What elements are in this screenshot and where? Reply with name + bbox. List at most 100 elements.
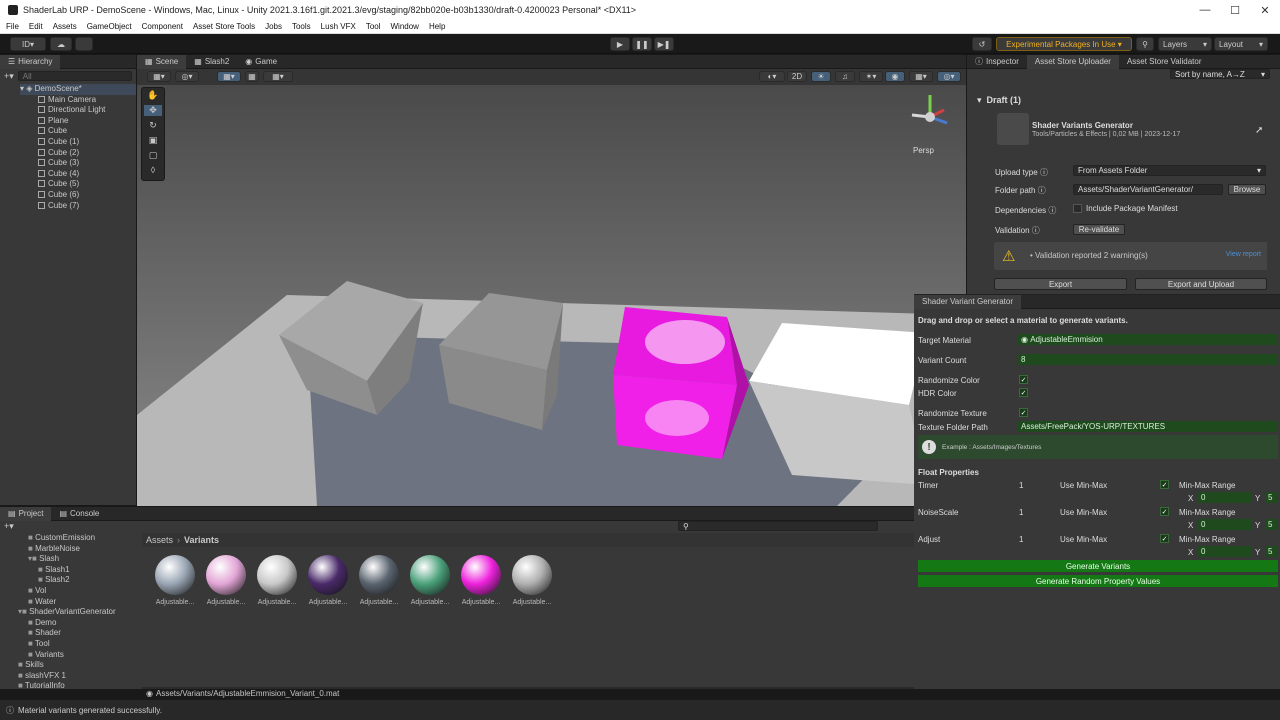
tab-shader-variant-generator[interactable]: Shader Variant Generator	[914, 294, 1022, 309]
hierarchy-item[interactable]: Plane	[30, 116, 136, 127]
folder-path-input[interactable]: Assets/ShaderVariantGenerator/	[1073, 184, 1223, 195]
menu-help[interactable]: Help	[429, 22, 445, 31]
material-asset[interactable]: Adjustable...	[458, 555, 504, 606]
menu-edit[interactable]: Edit	[29, 22, 43, 31]
external-link-icon[interactable]: ➚	[1255, 125, 1263, 136]
use-minmax-checkbox[interactable]: ✓	[1160, 534, 1169, 543]
add-icon[interactable]: +▾	[4, 71, 14, 82]
menu-jobs[interactable]: Jobs	[265, 22, 282, 31]
visibility-toggle-icon[interactable]: ◉	[885, 71, 905, 82]
project-tree-item[interactable]: ■ Slash1	[0, 565, 142, 576]
2d-toggle[interactable]: 2D	[787, 71, 807, 82]
variant-count-input[interactable]: 8	[1018, 354, 1278, 365]
hierarchy-item[interactable]: Cube (4)	[30, 169, 136, 180]
hierarchy-item[interactable]: Cube	[30, 126, 136, 137]
hierarchy-item[interactable]: Cube (5)	[30, 179, 136, 190]
scene-root[interactable]: ▾ ◈ DemoScene*	[20, 84, 136, 95]
material-asset[interactable]: Adjustable...	[254, 555, 300, 606]
tab-inspector[interactable]: ⓘ Inspector	[967, 55, 1027, 69]
min-input[interactable]: 0	[1198, 519, 1251, 530]
max-input[interactable]: 5	[1265, 492, 1278, 503]
effects-dropdown[interactable]: ✶▾	[859, 71, 883, 82]
snap-icon[interactable]: ▦	[245, 71, 259, 82]
hierarchy-item[interactable]: Directional Light	[30, 105, 136, 116]
project-tree-item[interactable]: ▾■ Slash	[0, 554, 142, 565]
transform-tool-icon[interactable]: ◊	[151, 165, 155, 175]
material-asset[interactable]: Adjustable...	[203, 555, 249, 606]
hierarchy-item[interactable]: Cube (6)	[30, 190, 136, 201]
tab-slash2[interactable]: ▦ Slash2	[186, 55, 237, 69]
project-tree-item[interactable]: ■ Variants	[0, 650, 142, 661]
revalidate-button[interactable]: Re-validate	[1073, 224, 1125, 235]
history-icon[interactable]: ↺	[972, 37, 992, 51]
include-manifest-toggle[interactable]: Include Package Manifest	[1073, 204, 1178, 213]
tab-console[interactable]: ▤ Console	[51, 507, 107, 521]
lighting-toggle-icon[interactable]: ☀	[811, 71, 831, 82]
max-input[interactable]: 5	[1265, 546, 1278, 557]
hierarchy-item[interactable]: Cube (1)	[30, 137, 136, 148]
hierarchy-item[interactable]: Cube (7)	[30, 201, 136, 212]
min-input[interactable]: 0	[1198, 492, 1251, 503]
float-value[interactable]: 1	[1019, 481, 1023, 490]
randomize-texture-checkbox[interactable]: ✓	[1019, 408, 1028, 417]
project-search-input[interactable]: ⚲	[678, 521, 878, 531]
randomize-color-checkbox[interactable]: ✓	[1019, 375, 1028, 384]
hierarchy-item[interactable]: Main Camera	[30, 95, 136, 106]
menu-window[interactable]: Window	[391, 22, 419, 31]
camera-dropdown[interactable]: ▦▾	[909, 71, 933, 82]
minimize-icon[interactable]: —	[1190, 0, 1220, 20]
scale-tool-icon[interactable]: ▣	[149, 135, 158, 146]
float-value[interactable]: 1	[1019, 508, 1023, 517]
hand-tool-icon[interactable]: ✋	[147, 90, 158, 101]
menu-tools[interactable]: Tools	[292, 22, 311, 31]
project-tree-item[interactable]: ■ Water	[0, 597, 142, 608]
material-asset[interactable]: Adjustable...	[407, 555, 453, 606]
min-input[interactable]: 0	[1198, 546, 1251, 557]
material-asset[interactable]: Adjustable...	[305, 555, 351, 606]
menu-tool[interactable]: Tool	[366, 22, 381, 31]
rotate-tool-icon[interactable]: ↻	[149, 120, 157, 131]
audio-toggle-icon[interactable]: ♫	[835, 71, 855, 82]
grid-snap-button[interactable]: ▦▾	[217, 71, 241, 82]
tab-scene[interactable]: ▦ Scene	[137, 55, 187, 69]
scene-view[interactable]: ▦ Scene ▦ Slash2 ◉ Game ▦▾ ◎▾ ▦▾ ▦ ▦▾ ◐▾ 2D…	[137, 55, 966, 506]
project-tree-item[interactable]: ■ TutorialInfo	[0, 681, 142, 689]
tab-game[interactable]: ◉ Game	[237, 55, 285, 69]
hierarchy-search-input[interactable]: All	[17, 71, 132, 81]
export-upload-button[interactable]: Export and Upload	[1135, 278, 1267, 290]
draw-mode-dropdown[interactable]: ▦▾	[147, 71, 171, 82]
project-tree-item[interactable]: ■ MarbleNoise	[0, 544, 142, 555]
menu-file[interactable]: File	[6, 22, 19, 31]
hierarchy-item[interactable]: Cube (3)	[30, 158, 136, 169]
rect-tool-icon[interactable]: ▢	[149, 150, 158, 161]
menu-asset-store-tools[interactable]: Asset Store Tools	[193, 22, 255, 31]
gizmos-dropdown[interactable]: ◎▾	[937, 71, 961, 82]
menu-assets[interactable]: Assets	[53, 22, 77, 31]
tab-project[interactable]: ▤ Project	[0, 506, 52, 521]
step-button[interactable]: ▶❚	[654, 37, 674, 51]
experimental-packages-button[interactable]: Experimental Packages In Use ▾	[996, 37, 1132, 51]
tab-asset-store-validator[interactable]: Asset Store Validator	[1119, 55, 1210, 69]
cloud-icon[interactable]: ☁	[50, 37, 72, 51]
project-tree-item[interactable]: ■ Skills	[0, 660, 142, 671]
use-minmax-checkbox[interactable]: ✓	[1160, 480, 1169, 489]
project-tree-item[interactable]: ■ CustomEmission	[0, 533, 142, 544]
project-tree-item[interactable]: ■ slashVFX 1	[0, 671, 142, 682]
persp-label[interactable]: Persp	[913, 146, 934, 155]
project-tree-item[interactable]: ■ Shader	[0, 628, 142, 639]
texture-folder-input[interactable]: Assets/FreePack/YOS-URP/TEXTURES	[1018, 421, 1278, 432]
project-tree-item[interactable]: ■ Vol	[0, 586, 142, 597]
collab-button[interactable]	[75, 37, 93, 51]
move-tool-icon[interactable]: ✥	[144, 105, 162, 116]
project-add-icon[interactable]: +▾	[4, 521, 14, 532]
tab-hierarchy[interactable]: ☰ Hierarchy	[0, 54, 61, 69]
pause-button[interactable]: ❚❚	[632, 37, 652, 51]
material-asset[interactable]: Adjustable...	[152, 555, 198, 606]
sort-dropdown[interactable]: Sort by name, A→Z ▾	[1170, 69, 1270, 79]
project-tree-item[interactable]: ■ Slash2	[0, 575, 142, 586]
view-report-link[interactable]: View report	[1226, 251, 1261, 258]
search-icon[interactable]: ⚲	[1136, 37, 1154, 51]
breadcrumb-assets[interactable]: Assets	[146, 535, 173, 545]
close-icon[interactable]: ✕	[1250, 0, 1280, 20]
render-mode-dropdown[interactable]: ◎▾	[175, 71, 199, 82]
